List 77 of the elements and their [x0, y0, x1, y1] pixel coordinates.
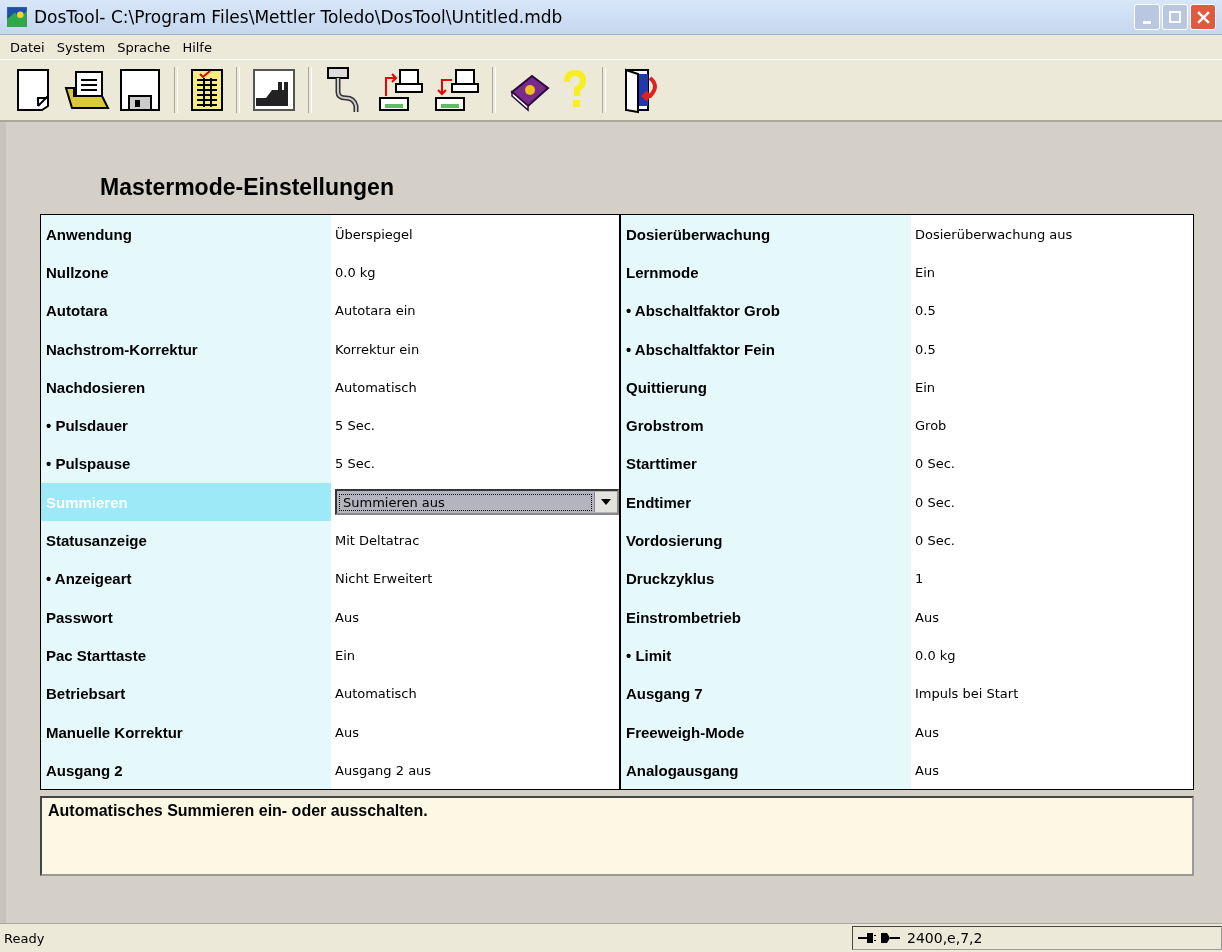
setting-label[interactable]: • Pulsdauer	[41, 406, 331, 445]
setting-label[interactable]: Autotara	[41, 291, 331, 330]
setting-label[interactable]: • Abschaltfaktor Fein	[621, 329, 911, 369]
setting-label[interactable]: Dosierüberwachung	[621, 215, 911, 254]
menu-item[interactable]: Datei	[4, 37, 51, 57]
close-button[interactable]	[1190, 4, 1216, 30]
setting-label[interactable]: Grobstrom	[621, 406, 911, 445]
setting-label[interactable]: Nachstrom-Korrektur	[41, 329, 331, 369]
caret-icon	[601, 499, 611, 506]
setting-label[interactable]: Vordosierung	[621, 521, 911, 560]
setting-label[interactable]: Einstrombetrieb	[621, 597, 911, 637]
menu-item[interactable]: Sprache	[111, 37, 177, 57]
setting-label[interactable]: Passwort	[41, 597, 331, 637]
setting-label[interactable]: Quittierung	[621, 368, 911, 407]
setting-value[interactable]: Mit Deltatrac	[331, 521, 619, 560]
setting-value[interactable]: Überspiegel	[331, 215, 619, 254]
setting-label[interactable]: • Pulspause	[41, 444, 331, 484]
setting-value[interactable]: Nicht Erweitert	[331, 559, 619, 598]
connection-settings: 2400,e,7,2	[907, 930, 983, 946]
setting-label[interactable]: Starttimer	[621, 444, 911, 484]
setting-value[interactable]: Aus	[911, 712, 1199, 752]
spreadsheet-icon[interactable]	[188, 66, 226, 114]
setting-value[interactable]: 0.0 kg	[911, 636, 1199, 675]
setting-value[interactable]: 0 Sec.	[911, 444, 1199, 484]
setting-label[interactable]: • Anzeigeart	[41, 559, 331, 598]
setting-value[interactable]: Aus	[331, 712, 619, 752]
menu-item[interactable]: Hilfe	[176, 37, 218, 57]
setting-label[interactable]: • Abschaltfaktor Grob	[621, 291, 911, 330]
setting-label[interactable]: Lernmode	[621, 253, 911, 292]
setting-label[interactable]: Nachdosieren	[41, 368, 331, 407]
setting-value[interactable]: Dosierüberwachung aus	[911, 215, 1199, 254]
setting-value[interactable]: Ein	[911, 253, 1199, 292]
setting-value[interactable]: 1	[911, 559, 1199, 598]
maximize-icon	[1169, 11, 1181, 23]
setting-value[interactable]: Aus	[331, 597, 619, 637]
app-icon	[6, 6, 28, 28]
setting-label[interactable]: Nullzone	[41, 253, 331, 292]
minimize-icon	[1143, 20, 1151, 24]
setting-label[interactable]: Endtimer	[621, 483, 911, 522]
help-text: Automatisches Summieren ein- oder ausschalten.	[48, 802, 428, 820]
setting-value[interactable]: Ein	[331, 636, 619, 675]
setting-value[interactable]: Aus	[911, 751, 1199, 790]
factory-icon[interactable]	[250, 66, 298, 114]
setting-value[interactable]: 0.0 kg	[331, 253, 619, 292]
setting-value[interactable]: Impuls bei Start	[911, 674, 1199, 713]
setting-label[interactable]: Statusanzeige	[41, 521, 331, 560]
setting-value[interactable]: Grob	[911, 406, 1199, 445]
setting-value[interactable]: Automatisch	[331, 674, 619, 713]
setting-value[interactable]: 0 Sec.	[911, 483, 1199, 522]
setting-label[interactable]: Pac Starttaste	[41, 636, 331, 675]
close-icon	[1196, 10, 1210, 24]
setting-value[interactable]: Ein	[911, 368, 1199, 407]
setting-label[interactable]: Freeweigh-Mode	[621, 712, 911, 752]
page-heading: Mastermode-Einstellungen	[99, 173, 395, 202]
setting-value[interactable]: 0.5	[911, 329, 1199, 369]
setting-value[interactable]: Automatisch	[331, 368, 619, 407]
setting-label[interactable]: Manuelle Korrektur	[41, 712, 331, 752]
setting-value[interactable]: 0.5	[911, 291, 1199, 330]
setting-value[interactable]: 5 Sec.	[331, 406, 619, 445]
setting-value[interactable]: 0 Sec.	[911, 521, 1199, 560]
setting-label[interactable]: Ausgang 7	[621, 674, 911, 713]
setting-label[interactable]: Analogausgang	[621, 751, 911, 790]
window-title: DosTool- C:\Program Files\Mettler Toledo\DosTool\Untitled.mdb	[34, 7, 564, 27]
menu-item[interactable]: System	[50, 37, 112, 57]
setting-value[interactable]: Autotara ein	[331, 291, 619, 330]
status-text: Ready	[3, 930, 45, 946]
setting-value[interactable]: 5 Sec.	[331, 444, 619, 484]
setting-value[interactable]: Ausgang 2 aus	[331, 751, 619, 790]
setting-label[interactable]: Anwendung	[41, 215, 331, 254]
setting-value[interactable]: Aus	[911, 597, 1199, 637]
value-dropdown[interactable]: Summieren aus	[335, 489, 619, 516]
plug-icon	[857, 931, 901, 945]
setting-label[interactable]: Ausgang 2	[41, 751, 331, 790]
setting-value[interactable]: Korrektur ein	[331, 329, 619, 369]
setting-label[interactable]: Betriebsart	[41, 674, 331, 713]
setting-label[interactable]: • Limit	[621, 636, 911, 675]
setting-label[interactable]: Druckzyklus	[621, 559, 911, 598]
